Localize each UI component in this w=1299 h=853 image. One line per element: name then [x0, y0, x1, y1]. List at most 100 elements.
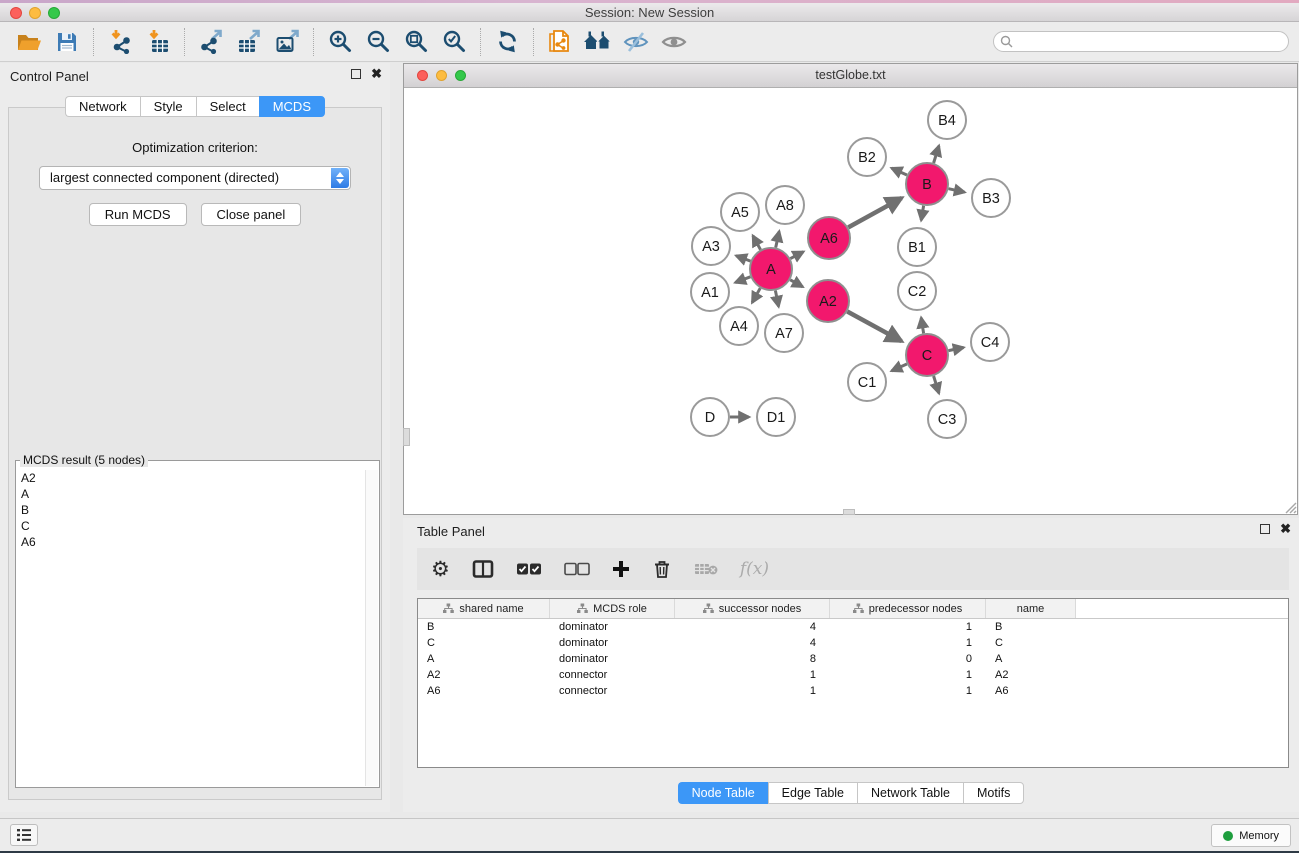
- table-row[interactable]: Bdominator41B: [418, 619, 1288, 635]
- table-cell[interactable]: 1: [830, 667, 986, 683]
- table-row[interactable]: A2connector11A2: [418, 667, 1288, 683]
- close-table-panel-icon[interactable]: ✖: [1280, 524, 1291, 534]
- table-cell[interactable]: dominator: [550, 619, 675, 635]
- table-cell[interactable]: dominator: [550, 651, 675, 667]
- table-cell[interactable]: 1: [830, 683, 986, 699]
- network-canvas[interactable]: AA1A2A3A4A5A6A7A8BB1B2B3B4CC1C2C3C4DD1: [404, 88, 1297, 514]
- tab-select[interactable]: Select: [196, 96, 259, 117]
- network-file-icon[interactable]: [541, 25, 579, 59]
- graph-edge-B-B1[interactable]: [921, 206, 923, 221]
- table-cell[interactable]: 4: [675, 635, 830, 651]
- graph-edge-A-A8[interactable]: [776, 231, 780, 247]
- graph-edge-C-C1[interactable]: [892, 364, 907, 371]
- import-table-icon[interactable]: [139, 25, 177, 59]
- open-session-icon[interactable]: [10, 25, 48, 59]
- refresh-network-icon[interactable]: [488, 25, 526, 59]
- column-header-predecessor-nodes[interactable]: predecessor nodes: [830, 599, 986, 618]
- table-row[interactable]: A6connector11A6: [418, 683, 1288, 699]
- result-scrollbar[interactable]: [365, 470, 378, 786]
- table-cell[interactable]: 4: [675, 619, 830, 635]
- split-panel-icon[interactable]: [472, 554, 494, 584]
- tab-edge-table[interactable]: Edge Table: [768, 782, 857, 804]
- graph-edge-A-A4[interactable]: [752, 288, 760, 302]
- graph-edge-A-A6[interactable]: [790, 252, 803, 259]
- task-history-button[interactable]: [10, 824, 38, 846]
- float-table-panel-icon[interactable]: [1260, 524, 1270, 534]
- graph-edge-A-A2[interactable]: [790, 280, 803, 287]
- table-cell[interactable]: 1: [830, 635, 986, 651]
- zoom-in-icon[interactable]: [321, 25, 359, 59]
- graph-edge-C-C3[interactable]: [934, 376, 939, 393]
- graph-edge-B-B2[interactable]: [892, 168, 907, 175]
- add-column-icon[interactable]: [612, 554, 630, 584]
- mcds-result-item[interactable]: A6: [17, 534, 364, 550]
- table-cell[interactable]: A: [986, 651, 1076, 667]
- graph-edge-A-A7[interactable]: [775, 291, 778, 307]
- column-header-name[interactable]: name: [986, 599, 1076, 618]
- table-cell[interactable]: 8: [675, 651, 830, 667]
- close-panel-icon[interactable]: ✖: [371, 69, 382, 79]
- settings-gear-icon[interactable]: ⚙: [431, 554, 450, 584]
- graph-edge-B-B3[interactable]: [949, 189, 965, 193]
- criterion-dropdown[interactable]: largest connected component (directed): [39, 166, 351, 190]
- graph-edge-A6-B[interactable]: [848, 198, 901, 227]
- zoom-fit-icon[interactable]: [397, 25, 435, 59]
- canvas-bottom-scrollnub[interactable]: [843, 509, 855, 515]
- column-header-successor-nodes[interactable]: successor nodes: [675, 599, 830, 618]
- graph-edge-A2-C[interactable]: [847, 312, 901, 342]
- table-row[interactable]: Cdominator41C: [418, 635, 1288, 651]
- close-panel-button[interactable]: Close panel: [201, 203, 302, 226]
- float-panel-icon[interactable]: [351, 69, 361, 79]
- resize-grip-icon[interactable]: [1283, 500, 1297, 514]
- table-cell[interactable]: 1: [830, 619, 986, 635]
- table-cell[interactable]: A2: [986, 667, 1076, 683]
- table-cell[interactable]: A: [418, 651, 550, 667]
- hide-eye-icon[interactable]: [617, 25, 655, 59]
- tab-node-table[interactable]: Node Table: [678, 782, 768, 804]
- graph-edge-A-A5[interactable]: [753, 236, 761, 250]
- column-header-shared-name[interactable]: shared name: [418, 599, 550, 618]
- table-cell[interactable]: A6: [418, 683, 550, 699]
- home-icon[interactable]: [579, 25, 617, 59]
- delete-column-trash-icon[interactable]: [652, 554, 672, 584]
- mcds-result-item[interactable]: A: [17, 486, 364, 502]
- table-cell[interactable]: connector: [550, 683, 675, 699]
- zoom-selected-icon[interactable]: [435, 25, 473, 59]
- show-eye-icon[interactable]: [655, 25, 693, 59]
- import-network-icon[interactable]: [101, 25, 139, 59]
- select-all-icon[interactable]: [516, 554, 542, 584]
- table-cell[interactable]: 1: [675, 683, 830, 699]
- tab-motifs[interactable]: Motifs: [963, 782, 1024, 804]
- table-cell[interactable]: A6: [986, 683, 1076, 699]
- deselect-all-icon[interactable]: [564, 554, 590, 584]
- tab-mcds[interactable]: MCDS: [259, 96, 325, 117]
- table-cell[interactable]: B: [986, 619, 1076, 635]
- table-row[interactable]: Adominator80A: [418, 651, 1288, 667]
- table-cell[interactable]: C: [986, 635, 1076, 651]
- tab-network-table[interactable]: Network Table: [857, 782, 963, 804]
- graph-edge-A-A1[interactable]: [735, 277, 750, 283]
- table-cell[interactable]: 0: [830, 651, 986, 667]
- canvas-left-scrollnub[interactable]: [403, 428, 410, 446]
- table-cell[interactable]: connector: [550, 667, 675, 683]
- memory-button[interactable]: Memory: [1211, 824, 1291, 847]
- column-header-MCDS-role[interactable]: MCDS role: [550, 599, 675, 618]
- save-session-icon[interactable]: [48, 25, 86, 59]
- tab-style[interactable]: Style: [140, 96, 196, 117]
- table-cell[interactable]: 1: [675, 667, 830, 683]
- run-mcds-button[interactable]: Run MCDS: [89, 203, 187, 226]
- table-cell[interactable]: C: [418, 635, 550, 651]
- search-input[interactable]: [993, 31, 1289, 52]
- graph-edge-A-A3[interactable]: [736, 256, 750, 261]
- export-image-icon[interactable]: [268, 25, 306, 59]
- export-table-icon[interactable]: [230, 25, 268, 59]
- table-cell[interactable]: A2: [418, 667, 550, 683]
- mcds-result-item[interactable]: C: [17, 518, 364, 534]
- table-cell[interactable]: B: [418, 619, 550, 635]
- graph-edge-B-B4[interactable]: [934, 146, 939, 163]
- graph-edge-C-C4[interactable]: [949, 348, 964, 351]
- mcds-result-item[interactable]: A2: [17, 470, 364, 486]
- mcds-result-item[interactable]: B: [17, 502, 364, 518]
- graph-edge-C-C2[interactable]: [921, 318, 923, 334]
- export-network-icon[interactable]: [192, 25, 230, 59]
